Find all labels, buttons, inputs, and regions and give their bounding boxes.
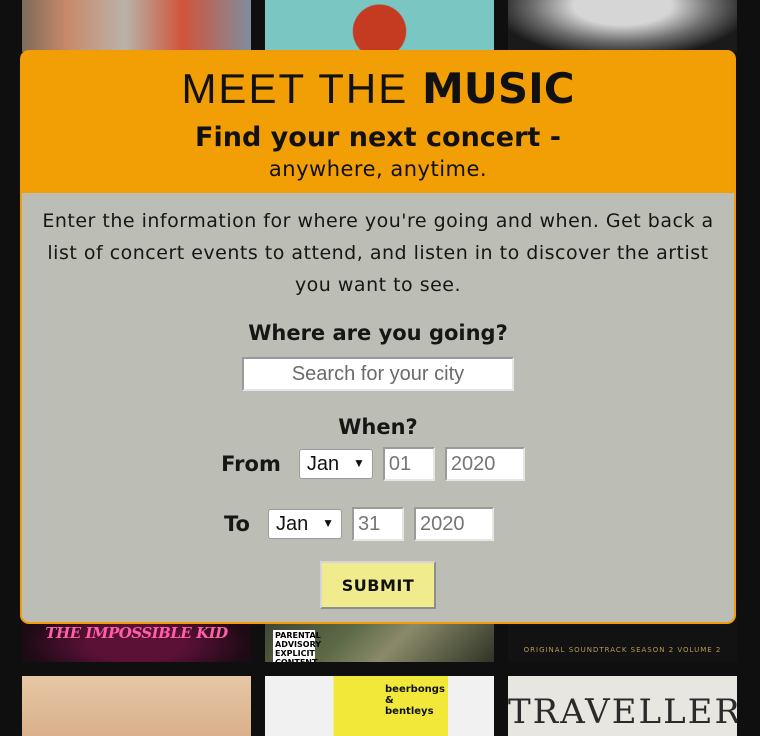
album-cover-6-text: ORIGINAL SOUNDTRACK SEASON 2 VOLUME 2 bbox=[523, 646, 722, 654]
dropdown-arrow-icon: ▼ bbox=[352, 456, 365, 470]
to-month-select[interactable]: Jan ▼ bbox=[267, 509, 342, 539]
album-cover-2 bbox=[265, 0, 494, 52]
album-cover-8-text: beerbongs & bentleys bbox=[385, 684, 445, 717]
to-date-row: To Jan ▼ bbox=[22, 507, 734, 541]
app-title: MEET THE MUSIC bbox=[22, 52, 734, 112]
subtagline: anywhere, anytime. bbox=[268, 157, 488, 181]
album-cover-7 bbox=[22, 676, 251, 736]
submit-wrapper: SUBMIT bbox=[22, 561, 734, 609]
to-year-input[interactable] bbox=[413, 507, 494, 541]
from-day-input[interactable] bbox=[382, 447, 435, 481]
to-day-input[interactable] bbox=[351, 507, 404, 541]
from-label: From bbox=[221, 452, 281, 476]
from-month-select[interactable]: Jan ▼ bbox=[298, 449, 373, 479]
from-month-value: Jan bbox=[306, 452, 340, 475]
submit-button[interactable]: SUBMIT bbox=[320, 561, 436, 609]
to-month-value: Jan bbox=[275, 512, 309, 535]
parental-advisory-label: PARENTAL ADVISORY EXPLICIT CONTENT bbox=[273, 630, 321, 662]
modal-header: MEET THE MUSIC Find your next concert - … bbox=[22, 52, 734, 193]
intro-text: Enter the information for where you're g… bbox=[42, 210, 714, 296]
album-cover-9-text: TRAVELLER bbox=[508, 692, 737, 732]
from-year-input[interactable] bbox=[444, 447, 525, 481]
search-modal: MEET THE MUSIC Find your next concert - … bbox=[20, 50, 736, 624]
album-cover-9: TRAVELLER bbox=[508, 676, 737, 736]
when-label: When? bbox=[338, 415, 418, 439]
to-label: To bbox=[224, 512, 250, 536]
tagline: Find your next concert - bbox=[195, 122, 561, 153]
dropdown-arrow-icon: ▼ bbox=[322, 516, 334, 530]
album-cover-1 bbox=[22, 0, 251, 52]
where-label: Where are you going? bbox=[248, 321, 508, 345]
app-title-prefix: MEET THE bbox=[181, 65, 409, 112]
album-cover-3 bbox=[508, 0, 737, 52]
from-date-row: From Jan ▼ bbox=[22, 447, 734, 481]
app-title-emphasis: MUSIC bbox=[421, 64, 575, 113]
album-cover-4-text: THE IMPOSSIBLE KID bbox=[45, 624, 228, 642]
city-search-wrapper bbox=[22, 357, 734, 391]
city-search-input[interactable] bbox=[242, 357, 514, 391]
album-cover-8: beerbongs & bentleys bbox=[265, 676, 494, 736]
